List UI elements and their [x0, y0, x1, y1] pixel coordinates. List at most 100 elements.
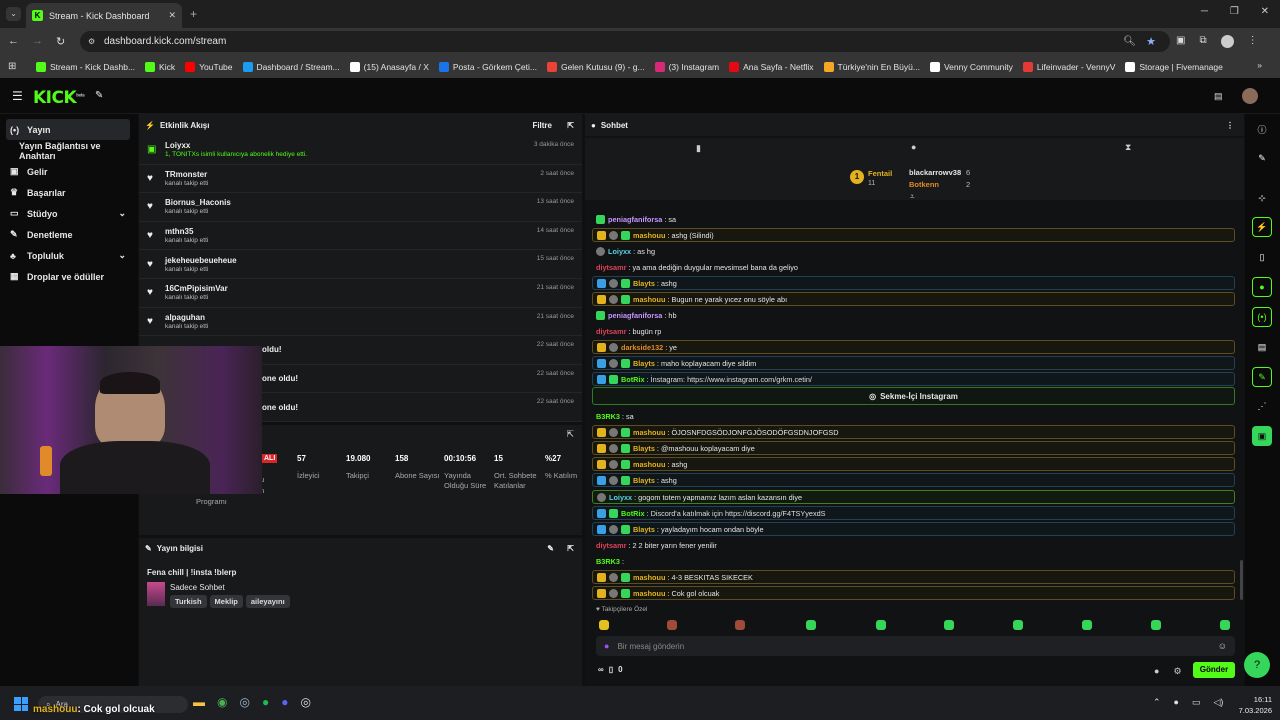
tray-chevron-icon[interactable]: ⌃	[1153, 697, 1161, 708]
menu-dots-icon[interactable]: ⋮	[1248, 35, 1258, 48]
bookmark-item[interactable]: Dashboard / Stream...	[242, 62, 340, 72]
sidebar-item-studyo[interactable]: ▭ Stüdyo ⌄	[0, 203, 138, 224]
sidebar-item-yayin[interactable]: (•) Yayın	[6, 119, 130, 140]
chat-username[interactable]: BotRix	[621, 375, 645, 384]
clock[interactable]: 16:11 7.03.2026	[1228, 694, 1272, 716]
bookmark-item[interactable]: YouTube	[185, 62, 233, 72]
user-avatar[interactable]	[1242, 88, 1258, 104]
windows-start-icon[interactable]	[14, 697, 28, 711]
emote-icon[interactable]	[599, 620, 609, 630]
collapse-icon[interactable]: ⩡	[910, 192, 915, 202]
zoom-icon[interactable]: 🔍︎	[1123, 36, 1136, 47]
file-explorer-icon[interactable]: ▬	[193, 695, 205, 709]
spotify-icon[interactable]: ●	[262, 695, 269, 709]
chat-username[interactable]: diytsamr	[596, 263, 626, 272]
volume-icon[interactable]: ◁)	[1214, 697, 1224, 708]
profile-avatar-icon[interactable]	[1220, 35, 1234, 48]
help-fab-icon[interactable]: ?	[1244, 652, 1270, 678]
send-button[interactable]: Gönder	[1193, 662, 1235, 678]
site-info-icon[interactable]: ⚙	[88, 37, 95, 46]
chat-username[interactable]: Blayts	[633, 359, 655, 368]
chat-settings-bubble-icon[interactable]: ●	[1154, 666, 1159, 677]
chat-input[interactable]: ● Bir mesaj gönderin ☺	[596, 636, 1235, 656]
edit-icon[interactable]: ✎	[547, 544, 554, 553]
steam-icon[interactable]: ◎	[239, 695, 249, 709]
chat-username[interactable]: B3RK3	[596, 557, 620, 566]
back-icon[interactable]: ←	[8, 35, 19, 48]
stats-popout-icon[interactable]: ⇱	[566, 429, 574, 440]
tab-close-icon[interactable]: ✕	[168, 10, 176, 21]
chat-username[interactable]: Loiyxx	[609, 493, 632, 502]
bookmark-item[interactable]: (3) Instagram	[654, 62, 719, 72]
chat-username[interactable]: mashouu	[633, 573, 665, 582]
chat-username[interactable]: peniagfaniforsa	[608, 311, 662, 320]
category-name[interactable]: Sadece Sohbet	[170, 583, 225, 592]
chat-username[interactable]: mashouu	[633, 428, 665, 437]
chat-bubble-icon[interactable]: ●	[911, 142, 916, 152]
bookmark-item[interactable]: Venny Community	[929, 62, 1013, 72]
tag[interactable]: aileyayını	[245, 595, 290, 608]
card-icon[interactable]: ▯	[1252, 247, 1272, 267]
tab-search-icon[interactable]: ⌄	[6, 7, 21, 21]
browser-tab[interactable]: K Stream - Kick Dashboard ✕	[26, 3, 182, 28]
popout-icon[interactable]: ⇱	[567, 121, 574, 130]
pin-icon[interactable]: ✎	[95, 90, 103, 101]
sidebar-item-gelir[interactable]: ▣ Gelir	[0, 161, 138, 182]
bookmark-item[interactable]: Türkiye'nin En Büyü...	[823, 62, 920, 72]
channel-points[interactable]: ∞ ▯ 0	[598, 665, 623, 674]
mic-icon[interactable]: ●	[604, 641, 609, 651]
emote-icon[interactable]	[1220, 620, 1230, 630]
forward-icon[interactable]: →	[32, 35, 43, 48]
chat-rail-icon[interactable]: ●	[1252, 277, 1272, 297]
extension-icon[interactable]: ▣	[1176, 35, 1185, 48]
bookmark-item[interactable]: (15) Anasayfa / X	[349, 62, 429, 72]
emote-icon[interactable]	[876, 620, 886, 630]
bookmark-star-icon[interactable]: ★	[1146, 35, 1156, 48]
broadcast-icon[interactable]: (•)	[1252, 307, 1272, 327]
pen-icon[interactable]: ✎	[1252, 148, 1272, 168]
info-icon[interactable]: ⓘ	[1252, 119, 1272, 139]
app-icon[interactable]: ▣	[1252, 426, 1272, 446]
emoji-icon[interactable]: ☺	[1218, 641, 1227, 651]
bookmark-item[interactable]: Ana Sayfa - Netflix	[729, 62, 814, 72]
bookmark-item[interactable]: Storage | Fivemanage	[1125, 62, 1223, 72]
emote-icon[interactable]	[667, 620, 677, 630]
tag[interactable]: Turkish	[170, 595, 207, 608]
chat-username[interactable]: B3RK3	[596, 412, 620, 421]
chat-username[interactable]: Loiyxx	[608, 247, 631, 256]
chat-username[interactable]: mashouu	[633, 295, 665, 304]
new-tab-icon[interactable]: +	[190, 7, 197, 21]
chat-scrollbar[interactable]	[1240, 560, 1243, 600]
chat-username[interactable]: peniagfaniforsa	[608, 215, 662, 224]
trash-icon[interactable]: ▮	[696, 143, 701, 154]
sidebar-item-denetleme[interactable]: ✎ Denetleme	[0, 224, 138, 245]
chat-username[interactable]: Blayts	[633, 279, 655, 288]
hamburger-menu-icon[interactable]: ☰	[12, 89, 23, 103]
bookmark-item[interactable]: Stream - Kick Dashb...	[36, 62, 135, 72]
chat-username[interactable]: diytsamr	[596, 541, 626, 550]
chat-username[interactable]: Blayts	[633, 525, 655, 534]
filter-button[interactable]: Filtre	[532, 121, 552, 130]
mic-tray-icon[interactable]: ●	[1174, 697, 1179, 708]
grid-icon[interactable]: ▤	[1252, 337, 1272, 357]
share-icon[interactable]: ⋰	[1252, 396, 1272, 416]
close-window-icon[interactable]: ✕	[1261, 6, 1269, 17]
chat-username[interactable]: darkside132	[621, 343, 663, 352]
chrome-icon[interactable]: ◉	[217, 695, 227, 709]
chat-username[interactable]: mashouu	[633, 231, 665, 240]
emote-icon[interactable]	[735, 620, 745, 630]
network-icon[interactable]: ▭	[1192, 697, 1201, 708]
insta-embed-button[interactable]: ◎ Sekme-İçi Instagram	[592, 387, 1235, 405]
sidebar-item-basarilar[interactable]: ♛ Başarılar	[0, 182, 138, 203]
emote-icon[interactable]	[1151, 620, 1161, 630]
chat-username[interactable]: mashouu	[633, 589, 665, 598]
hourglass-icon[interactable]: ⧗	[1125, 142, 1131, 153]
bookmark-item[interactable]: Kick	[145, 62, 175, 72]
obs-icon[interactable]: ◎	[300, 695, 310, 709]
emote-icon[interactable]	[1013, 620, 1023, 630]
bookmark-item[interactable]: Lifeinvader - VennyV	[1022, 62, 1115, 72]
popout-icon[interactable]: ⇱	[567, 544, 574, 553]
kick-logo[interactable]: KICKbeta	[33, 88, 85, 108]
chat-username[interactable]: mashouu	[633, 460, 665, 469]
emote-icon[interactable]	[944, 620, 954, 630]
